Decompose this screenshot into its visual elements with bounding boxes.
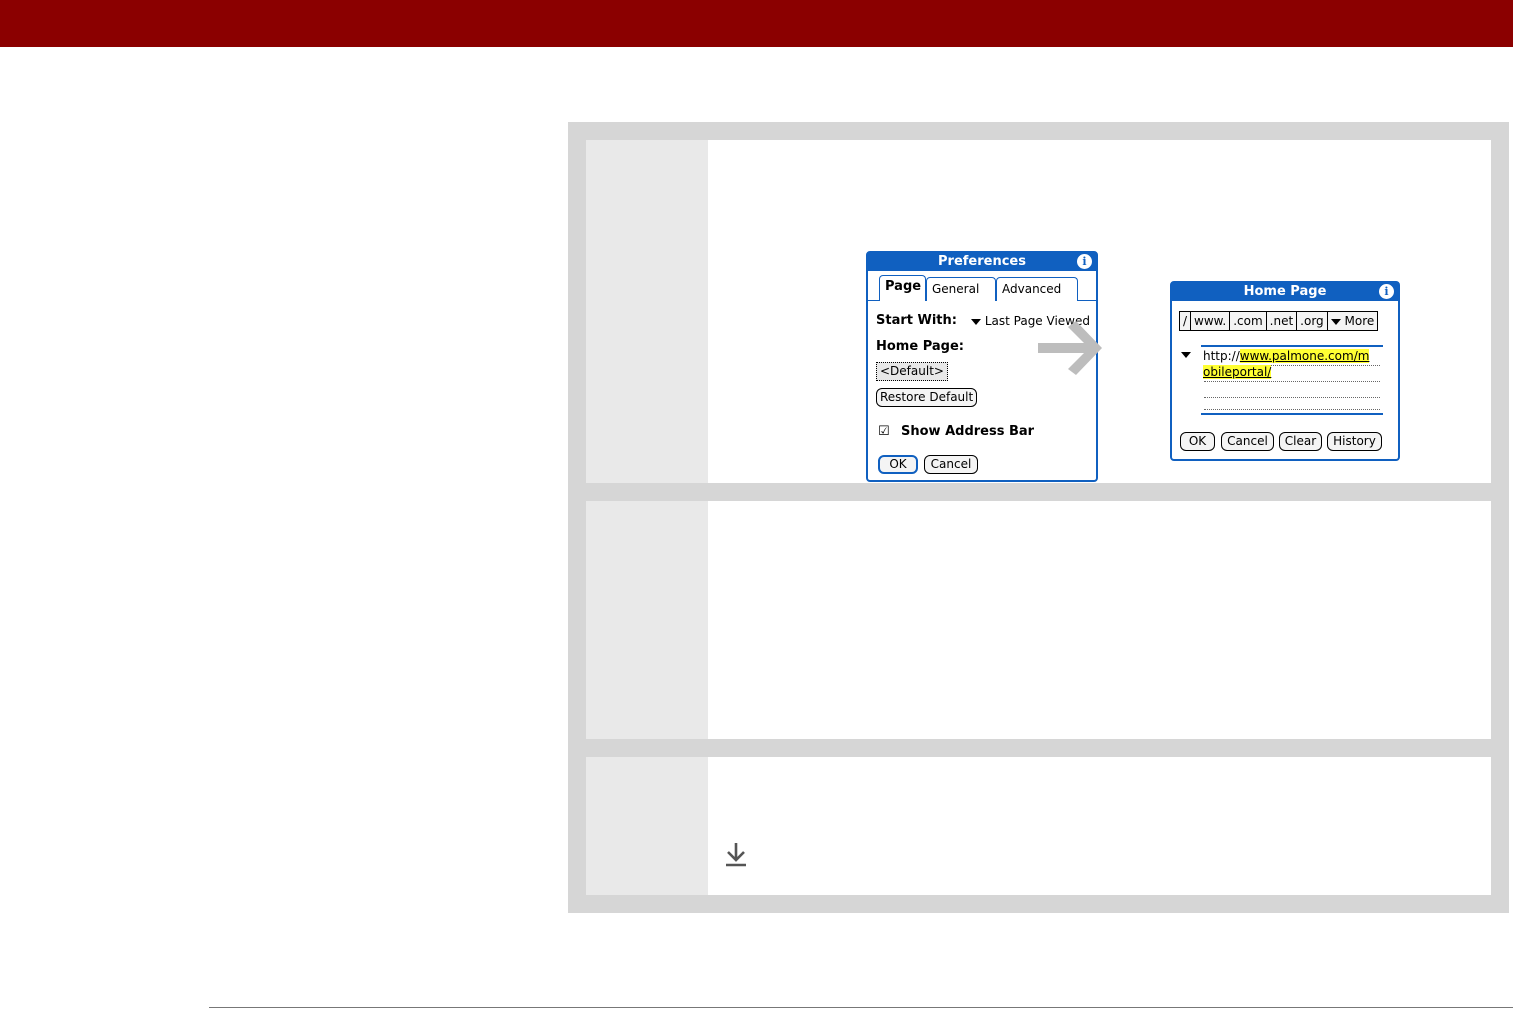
url-selected-text: www.palmone.com/m (1239, 349, 1370, 363)
home-page-title: Home Page (1172, 283, 1398, 301)
shortcut-net[interactable]: .net (1266, 312, 1298, 330)
ok-button[interactable]: OK (878, 455, 918, 474)
history-button[interactable]: History (1327, 432, 1382, 451)
info-icon[interactable]: i (1077, 254, 1092, 269)
right-arrow-icon (1038, 321, 1102, 375)
preferences-title: Preferences (868, 253, 1096, 271)
triangle-down-icon[interactable] (1181, 352, 1191, 358)
url-line (1204, 409, 1380, 410)
url-text-line-2: obileportal/ (1203, 365, 1272, 379)
shortcut-org[interactable]: .org (1297, 312, 1328, 330)
step-3-body (708, 757, 1491, 895)
shortcut-com[interactable]: .com (1230, 312, 1267, 330)
home-page-dialog: Home Page i / www. .com .net .org More h… (1170, 281, 1400, 461)
restore-default-button[interactable]: Restore Default (876, 388, 978, 407)
home-page-selector[interactable]: <Default> (876, 362, 948, 381)
start-with-label: Start With: (876, 313, 957, 328)
step-2 (586, 501, 1491, 739)
shortcut-www[interactable]: www. (1191, 312, 1231, 330)
clear-button[interactable]: Clear (1279, 432, 1322, 451)
step-1: Preferences i Page General Advanced Star… (586, 140, 1491, 483)
url-input[interactable]: http://www.palmone.com/m obileportal/ (1201, 345, 1383, 415)
cancel-button[interactable]: Cancel (1221, 432, 1274, 451)
download-arrow-icon (726, 843, 746, 867)
url-selected-text: obileportal/ (1203, 365, 1272, 379)
tab-advanced[interactable]: Advanced (996, 277, 1078, 301)
step-3 (586, 757, 1491, 895)
triangle-down-icon (971, 318, 981, 325)
url-text-line-1: http://www.palmone.com/m (1203, 349, 1370, 363)
url-prefix: http:// (1203, 349, 1240, 363)
step-2-body (708, 501, 1491, 739)
home-page-label: Home Page: (876, 339, 964, 354)
footer-rule (209, 1007, 1513, 1008)
preferences-tabs: Page General Advanced (868, 275, 1096, 301)
show-address-bar-checkbox[interactable]: ☑ (878, 424, 890, 439)
url-shortcut-bar: / www. .com .net .org More (1179, 311, 1379, 331)
more-label: More (1344, 314, 1375, 328)
cancel-button[interactable]: Cancel (924, 455, 978, 474)
url-line (1204, 381, 1380, 382)
step-1-body: Preferences i Page General Advanced Star… (708, 140, 1491, 483)
step-2-number-cell (586, 501, 708, 739)
step-1-number-cell (586, 140, 708, 483)
info-icon[interactable]: i (1379, 284, 1394, 299)
shortcut-more[interactable]: More (1327, 312, 1378, 330)
ok-button[interactable]: OK (1180, 432, 1215, 451)
step-3-number-cell (586, 757, 708, 895)
top-banner (0, 0, 1513, 47)
triangle-down-icon (1330, 318, 1341, 325)
show-address-bar-label: Show Address Bar (901, 424, 1035, 439)
tab-page[interactable]: Page (879, 275, 926, 301)
url-line (1204, 397, 1380, 398)
shortcut-slash[interactable]: / (1180, 312, 1192, 330)
tab-general[interactable]: General (926, 277, 996, 301)
steps-panel: Preferences i Page General Advanced Star… (568, 122, 1509, 913)
